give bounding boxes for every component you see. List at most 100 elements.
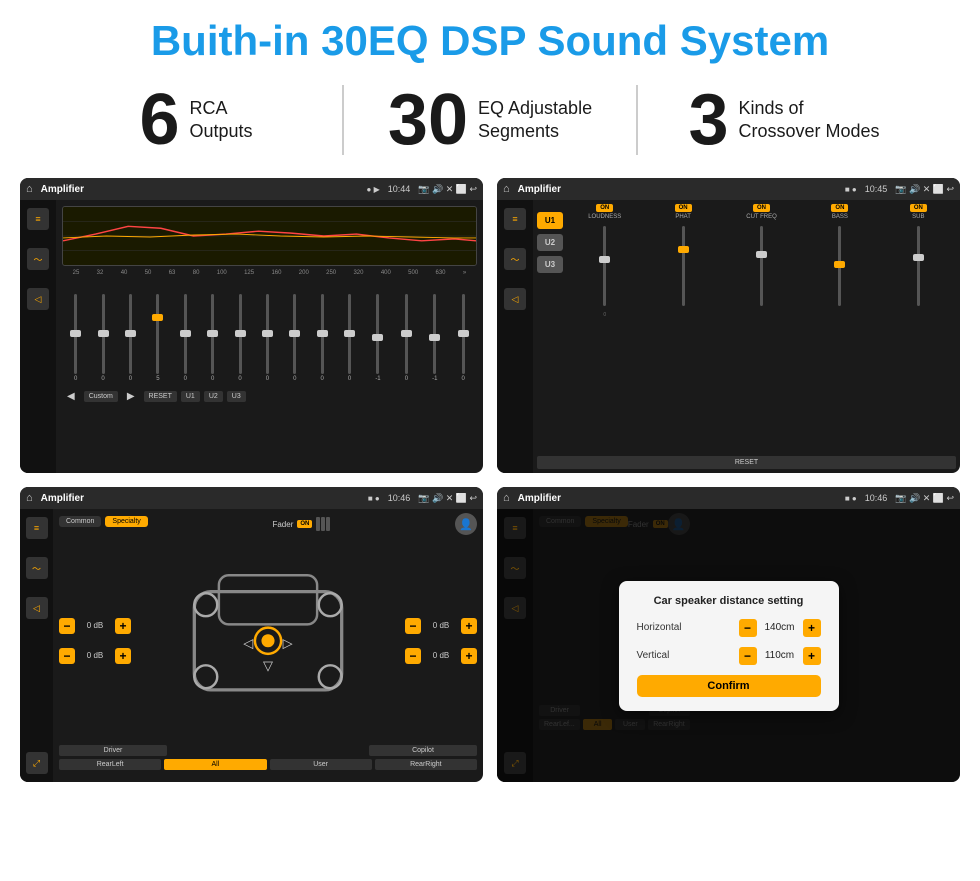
wave-icon-2[interactable]: 〜 xyxy=(504,248,526,270)
vol-minus-rr[interactable]: − xyxy=(405,648,421,664)
home-icon[interactable]: ⌂ xyxy=(26,183,33,195)
eq-slider-14[interactable]: -1 xyxy=(432,294,437,382)
eq-slider-2[interactable]: 0 xyxy=(101,294,104,382)
vertical-value: 110cm xyxy=(762,650,798,661)
eq-slider-11[interactable]: 0 xyxy=(348,294,351,382)
u2-btn[interactable]: U2 xyxy=(537,234,563,251)
eq-icon-2[interactable]: ≡ xyxy=(504,208,526,230)
eq-u1-button[interactable]: U1 xyxy=(181,391,200,402)
eq-next-button[interactable]: ▶ xyxy=(122,389,140,404)
dots-icon-4: ■ ● xyxy=(845,494,857,503)
vol-plus-rl[interactable]: + xyxy=(115,648,131,664)
eq-slider-3[interactable]: 0 xyxy=(129,294,132,382)
eq-slider-1[interactable]: 0 xyxy=(74,294,77,382)
confirm-button[interactable]: Confirm xyxy=(637,675,821,697)
vol-plus-fr[interactable]: + xyxy=(461,618,477,634)
stat-text-rca-1: RCA xyxy=(190,97,253,120)
screen-fader: ⌂ Amplifier ■ ● 10:46 📷 🔊 ✕ ⬜ ↩ ≡ 〜 ◁ ⤢ … xyxy=(20,487,483,782)
btn-rearright[interactable]: RearRight xyxy=(375,759,477,770)
vol-minus-fr[interactable]: − xyxy=(405,618,421,634)
speaker-icon-3[interactable]: ◁ xyxy=(26,597,48,619)
svg-text:▽: ▽ xyxy=(263,658,273,673)
horizontal-row: Horizontal − 140cm + xyxy=(637,619,821,637)
eq-reset-button[interactable]: RESET xyxy=(144,391,177,402)
eq-custom-button[interactable]: Custom xyxy=(84,391,118,402)
vertical-minus-btn[interactable]: − xyxy=(739,647,757,665)
eq-slider-15[interactable]: 0 xyxy=(461,294,464,382)
eq-slider-12[interactable]: -1 xyxy=(375,294,380,382)
home-icon-4[interactable]: ⌂ xyxy=(503,492,510,504)
horizontal-minus-btn[interactable]: − xyxy=(739,619,757,637)
fader-label: Fader xyxy=(272,520,293,529)
horizontal-plus-btn[interactable]: + xyxy=(803,619,821,637)
fader-main-content: Common Specialty Fader ON 👤 xyxy=(53,509,483,782)
eq-slider-7[interactable]: 0 xyxy=(238,294,241,382)
screen3-time: 10:46 xyxy=(388,493,411,503)
vol-minus-rl[interactable]: − xyxy=(59,648,75,664)
screen2-topbar: ⌂ Amplifier ■ ● 10:45 📷 🔊 ✕ ⬜ ↩ xyxy=(497,178,960,200)
wave-icon[interactable]: 〜 xyxy=(27,248,49,270)
home-icon-3[interactable]: ⌂ xyxy=(26,492,33,504)
tab-specialty[interactable]: Specialty xyxy=(105,516,147,527)
eq-icon[interactable]: ≡ xyxy=(27,208,49,230)
screen2-title: Amplifier xyxy=(518,184,837,195)
bass-label: BASS xyxy=(832,214,848,220)
eq-slider-4[interactable]: 5 xyxy=(156,294,159,382)
stat-text-crossover-1: Kinds of xyxy=(739,97,880,120)
car-diagram-area: ◁ ▷ ▽ xyxy=(137,540,399,742)
eq-u3-button[interactable]: U3 xyxy=(227,391,246,402)
btn-copilot[interactable]: Copilot xyxy=(369,745,477,756)
eq-slider-9[interactable]: 0 xyxy=(293,294,296,382)
vol-row-fl: − 0 dB + xyxy=(59,618,131,634)
vol-minus-fl[interactable]: − xyxy=(59,618,75,634)
u1-btn[interactable]: U1 xyxy=(537,212,563,229)
amp-channels-area: ON LOUDNESS 0 ON PHAT xyxy=(567,204,956,318)
fader-top-row: Common Specialty Fader ON 👤 xyxy=(59,513,477,535)
wave-icon-3[interactable]: 〜 xyxy=(26,557,48,579)
speaker-icon-2[interactable]: ◁ xyxy=(504,288,526,310)
eq-prev-button[interactable]: ◀ xyxy=(62,389,80,404)
fader-control-row: Fader ON xyxy=(272,517,330,531)
eq-slider-6[interactable]: 0 xyxy=(211,294,214,382)
loudness-on-btn[interactable]: ON xyxy=(596,204,613,212)
screen1-sidebar: ≡ 〜 ◁ xyxy=(20,200,56,473)
vertical-ctrl: − 110cm + xyxy=(739,647,821,665)
user-avatar[interactable]: 👤 xyxy=(455,513,477,535)
speaker-icon[interactable]: ◁ xyxy=(27,288,49,310)
vertical-plus-btn[interactable]: + xyxy=(803,647,821,665)
right-vol-controls: − 0 dB + − 0 dB + xyxy=(405,540,477,742)
eq-slider-5[interactable]: 0 xyxy=(184,294,187,382)
tab-common[interactable]: Common xyxy=(59,516,101,527)
screen1-icons: 📷 🔊 ✕ ⬜ ↩ xyxy=(418,184,477,195)
stat-rca: 6 RCA Outputs xyxy=(60,84,332,156)
horizontal-value: 140cm xyxy=(762,622,798,633)
sub-on-btn[interactable]: ON xyxy=(910,204,927,212)
vol-value-fl: 0 dB xyxy=(81,621,109,630)
btn-driver[interactable]: Driver xyxy=(59,745,167,756)
svg-text:◁: ◁ xyxy=(243,635,253,650)
fader-bottom-btns: Driver Copilot xyxy=(59,745,477,756)
btn-user[interactable]: User xyxy=(270,759,372,770)
cutfreq-on-btn[interactable]: ON xyxy=(753,204,770,212)
btn-rearleft[interactable]: RearLeft xyxy=(59,759,161,770)
eq-u2-button[interactable]: U2 xyxy=(204,391,223,402)
eq-slider-13[interactable]: 0 xyxy=(405,294,408,382)
vol-plus-fl[interactable]: + xyxy=(115,618,131,634)
phat-on-btn[interactable]: ON xyxy=(675,204,692,212)
u3-btn[interactable]: U3 xyxy=(537,256,563,273)
amp-reset-button[interactable]: RESET xyxy=(537,456,956,469)
home-icon-2[interactable]: ⌂ xyxy=(503,183,510,195)
screen-dialog: ⌂ Amplifier ■ ● 10:46 📷 🔊 ✕ ⬜ ↩ ≡ 〜 ◁ ⤢ … xyxy=(497,487,960,782)
bass-on-btn[interactable]: ON xyxy=(831,204,848,212)
eq-slider-8[interactable]: 0 xyxy=(266,294,269,382)
expand-icon-3[interactable]: ⤢ xyxy=(26,752,48,774)
screen3-sidebar: ≡ 〜 ◁ ⤢ xyxy=(20,509,53,782)
stat-text-eq-1: EQ Adjustable xyxy=(478,97,592,120)
fader-on-badge[interactable]: ON xyxy=(297,520,312,528)
stat-text-eq-2: Segments xyxy=(478,120,592,143)
btn-all[interactable]: All xyxy=(164,759,266,770)
sub-label: SUB xyxy=(912,214,924,220)
vol-plus-rr[interactable]: + xyxy=(461,648,477,664)
eq-slider-10[interactable]: 0 xyxy=(321,294,324,382)
eq-icon-3[interactable]: ≡ xyxy=(26,517,48,539)
